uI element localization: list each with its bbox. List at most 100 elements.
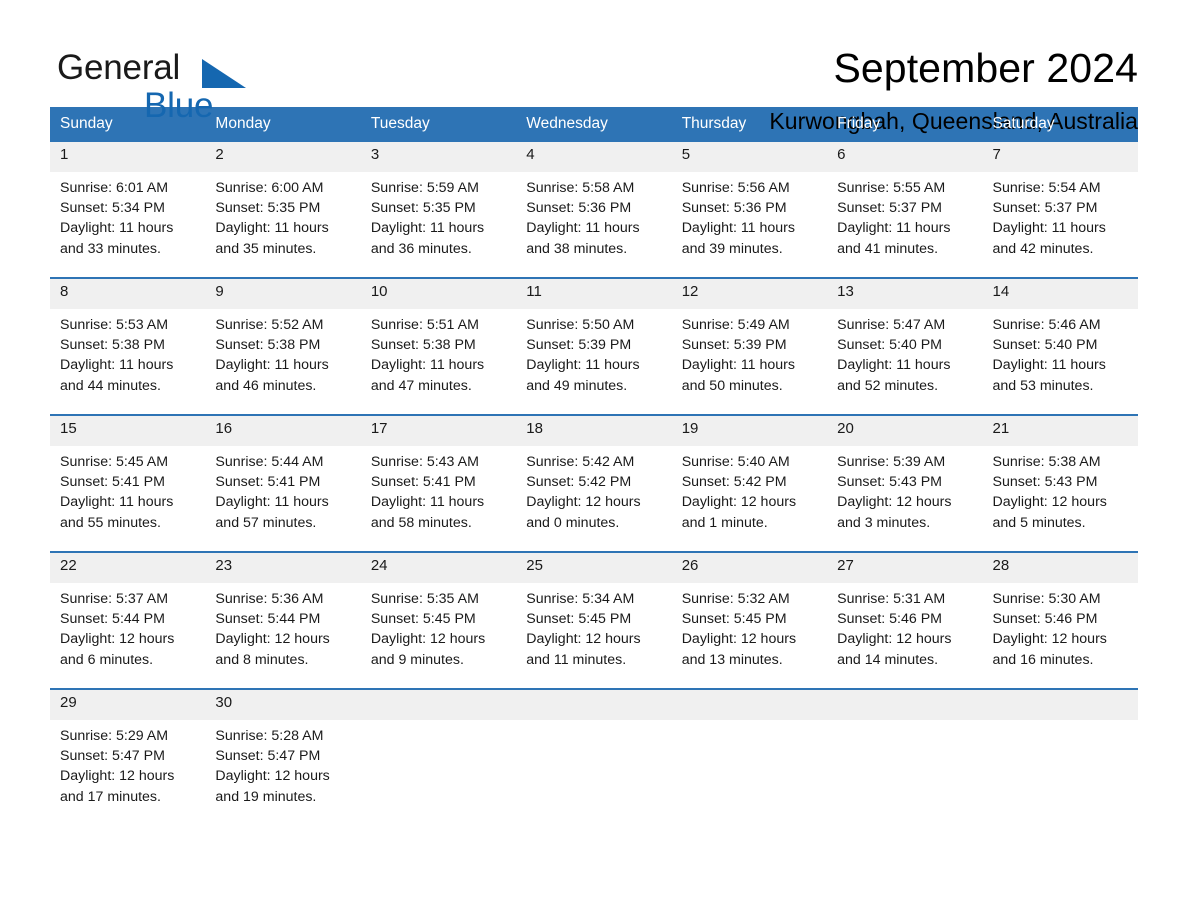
calendar-day-cell[interactable]: 26 Sunrise: 5:32 AM Sunset: 5:45 PM Dayligh… [671, 551, 828, 689]
calendar-body: 1 Sunrise: 6:01 AM Sunset: 5:34 PM Daylight… [50, 142, 1138, 821]
day-details: Sunrise: 5:42 AM Sunset: 5:42 PM Daylight:… [516, 446, 671, 533]
calendar-day-cell[interactable]: 4 Sunrise: 5:58 AM Sunset: 5:36 PM Daylight… [516, 142, 672, 278]
day-number: 3 [360, 142, 517, 172]
calendar-day-cell[interactable]: 15 Sunrise: 5:45 AM Sunset: 5:41 PM Dayligh… [50, 414, 206, 552]
calendar-day-cell[interactable]: 7 Sunrise: 5:54 AM Sunset: 5:37 PM Daylight… [982, 142, 1138, 278]
sunrise-text: Sunrise: 5:54 AM [992, 180, 1101, 196]
calendar-day-cell[interactable]: 8 Sunrise: 5:53 AM Sunset: 5:38 PM Daylight… [50, 277, 206, 415]
day-details: Sunrise: 6:01 AM Sunset: 5:34 PM Daylight:… [50, 172, 205, 259]
calendar-day-cell[interactable]: 30 Sunrise: 5:28 AM Sunset: 5:47 PM Dayligh… [205, 688, 361, 821]
sunset-text: Sunset: 5:41 PM [215, 474, 321, 491]
sunset-text: Sunset: 5:43 PM [837, 474, 942, 491]
sunrise-sunset-calendar: Sunday Monday Tuesday Wednesday Thursday… [50, 107, 1138, 821]
calendar-day-cell[interactable]: 19 Sunrise: 5:40 AM Sunset: 5:42 PM Dayligh… [671, 414, 828, 552]
calendar-day-cell[interactable]: 22 Sunrise: 5:37 AM Sunset: 5:44 PM Dayligh… [50, 551, 206, 689]
daylight-text: Daylight: 11 hours and 42 minutes. [992, 220, 1106, 257]
calendar-empty-cell [516, 688, 672, 821]
sunset-text: Sunset: 5:35 PM [370, 200, 476, 217]
calendar-day-cell[interactable]: 16 Sunrise: 5:44 AM Sunset: 5:41 PM Dayligh… [205, 414, 361, 552]
calendar-day-cell[interactable]: 23 Sunrise: 5:36 AM Sunset: 5:44 PM Dayligh… [205, 551, 361, 689]
calendar-day-cell[interactable]: 29 Sunrise: 5:29 AM Sunset: 5:47 PM Dayligh… [50, 688, 206, 821]
sunset-text: Sunset: 5:38 PM [370, 337, 476, 354]
sunrise-text: Sunrise: 5:51 AM [370, 317, 479, 333]
page-title: September 2024 [833, 45, 1138, 91]
calendar-day-cell[interactable]: 27 Sunrise: 5:31 AM Sunset: 5:46 PM Dayligh… [827, 551, 983, 689]
calendar-day-cell[interactable]: 13 Sunrise: 5:47 AM Sunset: 5:40 PM Dayligh… [827, 277, 983, 415]
calendar-day-cell[interactable]: 5 Sunrise: 5:56 AM Sunset: 5:36 PM Daylight… [671, 142, 828, 278]
sunset-text: Sunset: 5:36 PM [681, 200, 787, 217]
sunset-text: Sunset: 5:37 PM [837, 200, 942, 217]
sunrise-text: Sunrise: 5:39 AM [837, 454, 946, 470]
day-number: 14 [982, 279, 1138, 309]
sunrise-text: Sunrise: 5:31 AM [837, 591, 946, 607]
day-number: 8 [50, 279, 206, 309]
sunrise-text: Sunrise: 5:40 AM [681, 454, 790, 470]
day-number: 5 [671, 142, 828, 172]
day-details: Sunrise: 5:40 AM Sunset: 5:42 PM Daylight:… [672, 446, 827, 533]
day-details: Sunrise: 5:50 AM Sunset: 5:39 PM Daylight:… [516, 309, 671, 396]
sunrise-text: Sunrise: 5:59 AM [370, 180, 479, 196]
day-details: Sunrise: 5:37 AM Sunset: 5:44 PM Daylight:… [50, 583, 205, 670]
day-details: Sunrise: 5:49 AM Sunset: 5:39 PM Daylight:… [672, 309, 827, 396]
calendar-page: General Blue September 2024 Kurwongbah, … [0, 0, 1188, 918]
daylight-text: Daylight: 11 hours and 39 minutes. [681, 220, 795, 257]
calendar-day-cell[interactable]: 17 Sunrise: 5:43 AM Sunset: 5:41 PM Dayligh… [360, 414, 517, 552]
calendar-day-cell[interactable]: 9 Sunrise: 5:52 AM Sunset: 5:38 PM Daylight… [205, 277, 361, 415]
daylight-text: Daylight: 12 hours and 6 minutes. [60, 631, 175, 668]
sunrise-text: Sunrise: 5:58 AM [526, 180, 635, 196]
calendar-week-row: 8 Sunrise: 5:53 AM Sunset: 5:38 PM Daylight… [50, 277, 1138, 415]
sunset-text: Sunset: 5:42 PM [526, 474, 632, 491]
day-number: 21 [982, 416, 1138, 446]
sunrise-text: Sunrise: 5:52 AM [215, 317, 324, 333]
logo-text-general: General [57, 48, 181, 87]
sunrise-text: Sunrise: 5:44 AM [215, 454, 324, 470]
day-number: 1 [50, 142, 206, 172]
calendar-day-cell[interactable]: 14 Sunrise: 5:46 AM Sunset: 5:40 PM Dayligh… [982, 277, 1138, 415]
daylight-text: Daylight: 11 hours and 41 minutes. [837, 220, 951, 257]
day-details: Sunrise: 5:52 AM Sunset: 5:38 PM Daylight:… [205, 309, 360, 396]
day-details: Sunrise: 5:43 AM Sunset: 5:41 PM Daylight:… [361, 446, 516, 533]
sunrise-text: Sunrise: 5:35 AM [370, 591, 479, 607]
day-number [827, 690, 983, 720]
sunset-text: Sunset: 5:41 PM [60, 474, 165, 491]
daylight-text: Daylight: 12 hours and 14 minutes. [837, 631, 952, 668]
sunset-text: Sunset: 5:45 PM [370, 611, 476, 628]
calendar-day-cell[interactable]: 21 Sunrise: 5:38 AM Sunset: 5:43 PM Dayligh… [982, 414, 1138, 552]
calendar-day-cell[interactable]: 20 Sunrise: 5:39 AM Sunset: 5:43 PM Dayligh… [827, 414, 983, 552]
day-details: Sunrise: 5:54 AM Sunset: 5:37 PM Daylight:… [983, 172, 1138, 259]
calendar-day-cell[interactable]: 18 Sunrise: 5:42 AM Sunset: 5:42 PM Dayligh… [516, 414, 672, 552]
logo-text-blue: Blue [144, 86, 214, 125]
day-number: 9 [205, 279, 361, 309]
calendar-day-cell[interactable]: 28 Sunrise: 5:30 AM Sunset: 5:46 PM Dayligh… [982, 551, 1138, 689]
day-number: 4 [516, 142, 672, 172]
daylight-text: Daylight: 11 hours and 38 minutes. [526, 220, 640, 257]
calendar-day-cell[interactable]: 12 Sunrise: 5:49 AM Sunset: 5:39 PM Dayligh… [671, 277, 828, 415]
day-number: 7 [982, 142, 1138, 172]
sunset-text: Sunset: 5:42 PM [681, 474, 787, 491]
sunrise-text: Sunrise: 5:50 AM [526, 317, 635, 333]
sunset-text: Sunset: 5:47 PM [60, 748, 165, 765]
day-number: 25 [516, 553, 672, 583]
daylight-text: Daylight: 12 hours and 3 minutes. [837, 494, 952, 531]
sunrise-text: Sunrise: 5:30 AM [992, 591, 1101, 607]
day-number: 20 [827, 416, 983, 446]
day-details: Sunrise: 5:34 AM Sunset: 5:45 PM Daylight:… [516, 583, 671, 670]
day-details: Sunrise: 5:44 AM Sunset: 5:41 PM Daylight:… [205, 446, 360, 533]
day-details: Sunrise: 5:38 AM Sunset: 5:43 PM Daylight:… [983, 446, 1138, 533]
day-number: 17 [360, 416, 517, 446]
calendar-day-cell[interactable]: 3 Sunrise: 5:59 AM Sunset: 5:35 PM Daylight… [360, 142, 517, 278]
daylight-text: Daylight: 12 hours and 17 minutes. [60, 768, 175, 805]
calendar-day-cell[interactable]: 25 Sunrise: 5:34 AM Sunset: 5:45 PM Dayligh… [516, 551, 672, 689]
calendar-day-cell[interactable]: 6 Sunrise: 5:55 AM Sunset: 5:37 PM Daylight… [827, 142, 983, 278]
calendar-day-cell[interactable]: 24 Sunrise: 5:35 AM Sunset: 5:45 PM Dayligh… [360, 551, 517, 689]
calendar-day-cell[interactable]: 2 Sunrise: 6:00 AM Sunset: 5:35 PM Daylight… [205, 142, 361, 278]
daylight-text: Daylight: 11 hours and 35 minutes. [215, 220, 329, 257]
day-number: 12 [671, 279, 828, 309]
sunset-text: Sunset: 5:44 PM [215, 611, 321, 628]
day-details: Sunrise: 5:56 AM Sunset: 5:36 PM Daylight:… [672, 172, 827, 259]
calendar-day-cell[interactable]: 11 Sunrise: 5:50 AM Sunset: 5:39 PM Dayligh… [516, 277, 672, 415]
sunset-text: Sunset: 5:36 PM [526, 200, 632, 217]
calendar-day-cell[interactable]: 1 Sunrise: 6:01 AM Sunset: 5:34 PM Daylight… [50, 142, 206, 278]
calendar-day-cell[interactable]: 10 Sunrise: 5:51 AM Sunset: 5:38 PM Dayligh… [360, 277, 517, 415]
daylight-text: Daylight: 12 hours and 1 minute. [681, 494, 797, 531]
